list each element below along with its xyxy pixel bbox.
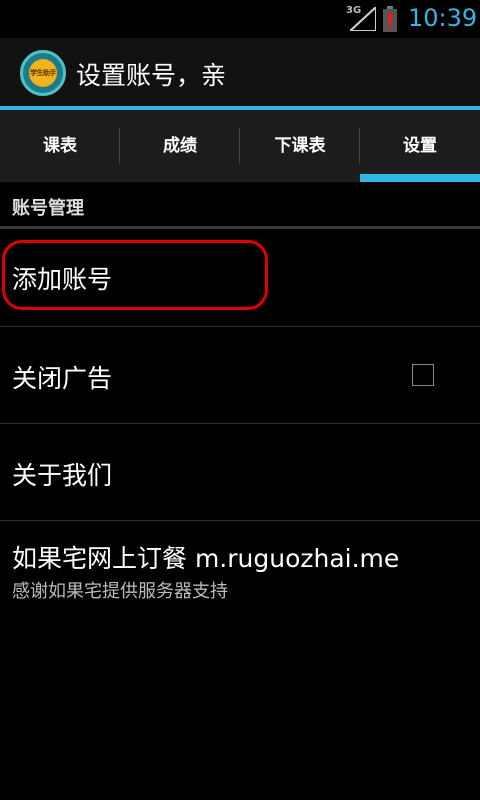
page-title: 设置账号，亲 — [76, 61, 227, 90]
tab-next-schedule[interactable]: 下课表 — [240, 110, 360, 182]
section-divider — [0, 226, 480, 229]
close-ads-checkbox[interactable] — [412, 364, 434, 386]
ruguozhai-item[interactable]: 如果宅网上订餐 m.ruguozhai.me 感谢如果宅提供服务器支持 — [0, 521, 480, 611]
list-item-subtext: 感谢如果宅提供服务器支持 — [12, 581, 228, 602]
tab-grades[interactable]: 成绩 — [120, 110, 240, 182]
tab-settings[interactable]: 设置 — [360, 110, 480, 182]
selected-tab-indicator — [360, 174, 480, 182]
list-item-label: 关于我们 — [12, 461, 113, 490]
tab-label: 成绩 — [163, 136, 197, 156]
about-us-item[interactable]: 关于我们 — [0, 424, 480, 520]
tab-label: 课表 — [43, 136, 77, 156]
highlight-annotation — [2, 240, 268, 310]
tab-schedule[interactable]: 课表 — [0, 110, 120, 182]
list-item-label: 关闭广告 — [12, 364, 113, 393]
close-ads-item[interactable]: 关闭广告 — [0, 327, 480, 423]
clock: 10:39 — [408, 4, 478, 32]
status-bar: 3G 10:39 — [0, 0, 480, 38]
section-header: 账号管理 — [12, 198, 84, 219]
tab-bar: 课表 成绩 下课表 设置 — [0, 110, 480, 182]
tab-label: 设置 — [403, 136, 437, 156]
signal-icon — [350, 7, 376, 31]
action-bar: 学生助手 设置账号，亲 — [0, 38, 480, 106]
app-logo-text: 学生助手 — [29, 59, 57, 87]
tab-label: 下课表 — [274, 136, 326, 156]
battery-icon — [383, 6, 397, 32]
list-item-label: 如果宅网上订餐 m.ruguozhai.me — [12, 544, 400, 573]
app-logo-icon[interactable]: 学生助手 — [20, 50, 66, 96]
